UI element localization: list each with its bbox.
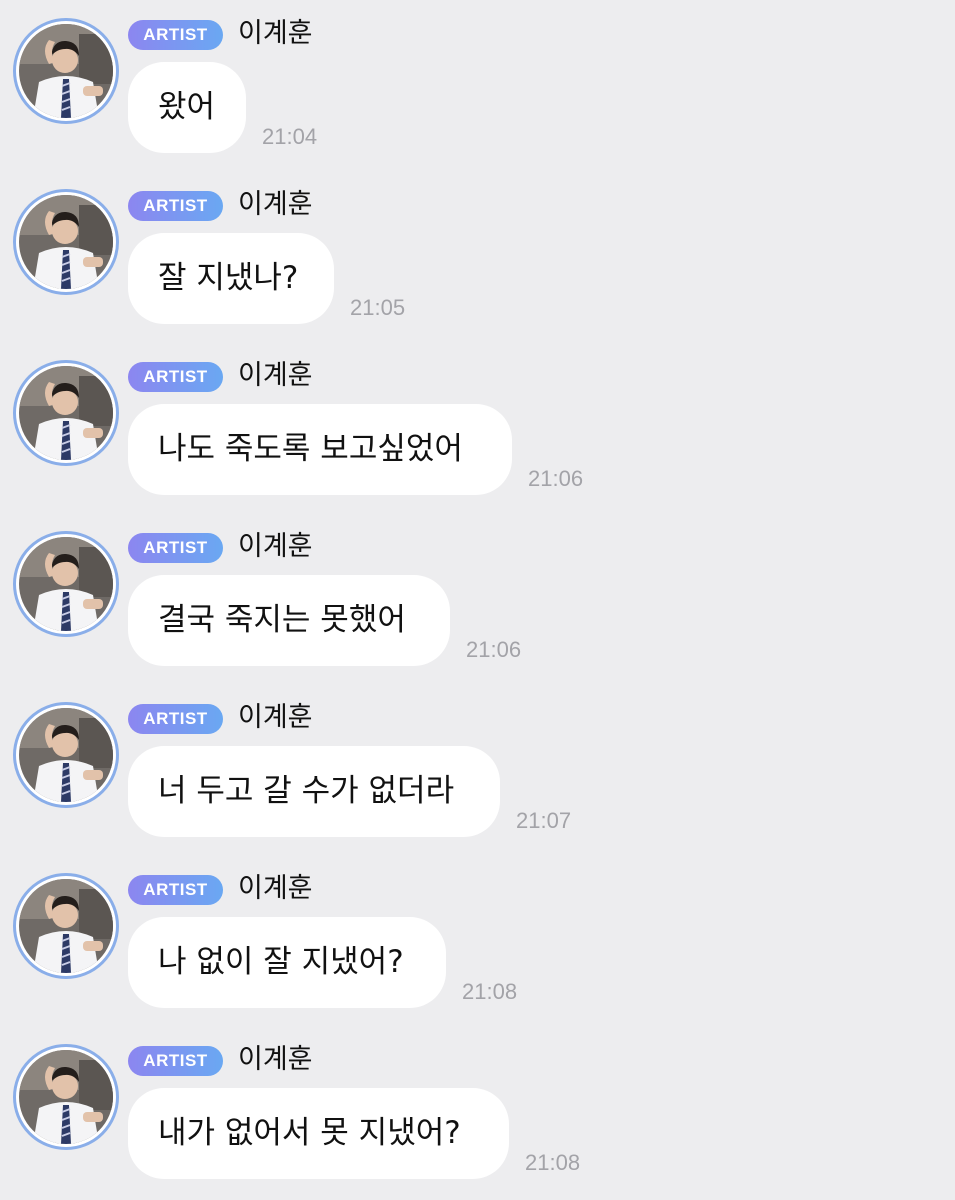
artist-avatar[interactable] xyxy=(13,360,119,466)
sender-name[interactable]: 이계훈 xyxy=(238,528,313,566)
artist-badge: ARTIST xyxy=(128,191,223,221)
chat-thread: ARTIST 이계훈 왔어 21:04 ARTIST 이계훈 잘 지냈나? 21… xyxy=(0,0,955,1200)
sender-name[interactable]: 이계훈 xyxy=(238,357,313,395)
sender-name[interactable]: 이계훈 xyxy=(238,1041,313,1079)
sender-name[interactable]: 이계훈 xyxy=(238,870,313,908)
avatar-photo-icon xyxy=(19,1050,113,1144)
message-row: ARTIST 이계훈 나도 죽도록 보고싶었어 21:06 xyxy=(0,342,955,513)
message-timestamp: 21:05 xyxy=(350,295,406,320)
message-timestamp: 21:08 xyxy=(462,979,518,1004)
artist-avatar[interactable] xyxy=(13,18,119,124)
sender-name[interactable]: 이계훈 xyxy=(238,15,313,53)
message-row: ARTIST 이계훈 내가 없어서 못 지냈어? 21:08 xyxy=(0,1026,955,1197)
message-bubble[interactable]: 결국 죽지는 못했어 xyxy=(128,575,450,666)
avatar-photo-icon xyxy=(19,366,113,460)
message-row: ARTIST 이계훈 잘 지냈나? 21:05 xyxy=(0,171,955,342)
message-row: ARTIST 이계훈 왔어 21:04 xyxy=(0,0,955,171)
message-timestamp: 21:07 xyxy=(516,808,572,833)
sender-name[interactable]: 이계훈 xyxy=(238,186,313,224)
message-bubble[interactable]: 왔어 xyxy=(128,62,246,153)
message-bubble[interactable]: 잘 지냈나? xyxy=(128,233,334,324)
avatar-photo-icon xyxy=(19,537,113,631)
message-bubble[interactable]: 나도 죽도록 보고싶었어 xyxy=(128,404,512,495)
sender-name[interactable]: 이계훈 xyxy=(238,699,313,737)
artist-badge: ARTIST xyxy=(128,362,223,392)
avatar-photo-icon xyxy=(19,195,113,289)
artist-badge: ARTIST xyxy=(128,875,223,905)
artist-avatar[interactable] xyxy=(13,702,119,808)
message-bubble[interactable]: 나 없이 잘 지냈어? xyxy=(128,917,446,1008)
avatar-photo-icon xyxy=(19,708,113,802)
artist-badge: ARTIST xyxy=(128,20,223,50)
artist-badge: ARTIST xyxy=(128,704,223,734)
message-bubble[interactable]: 내가 없어서 못 지냈어? xyxy=(128,1088,509,1179)
artist-avatar[interactable] xyxy=(13,189,119,295)
message-bubble[interactable]: 너 두고 갈 수가 없더라 xyxy=(128,746,500,837)
message-timestamp: 21:06 xyxy=(528,466,584,491)
artist-avatar[interactable] xyxy=(13,873,119,979)
message-timestamp: 21:06 xyxy=(466,637,522,662)
artist-avatar[interactable] xyxy=(13,531,119,637)
message-row: ARTIST 이계훈 너 두고 갈 수가 없더라 21:07 xyxy=(0,684,955,855)
artist-badge: ARTIST xyxy=(128,533,223,563)
artist-avatar[interactable] xyxy=(13,1044,119,1150)
message-timestamp: 21:04 xyxy=(262,124,318,149)
message-row: ARTIST 이계훈 결국 죽지는 못했어 21:06 xyxy=(0,513,955,684)
avatar-photo-icon xyxy=(19,879,113,973)
avatar-photo-icon xyxy=(19,24,113,118)
artist-badge: ARTIST xyxy=(128,1046,223,1076)
message-row: ARTIST 이계훈 나 없이 잘 지냈어? 21:08 xyxy=(0,855,955,1026)
message-timestamp: 21:08 xyxy=(525,1150,581,1175)
